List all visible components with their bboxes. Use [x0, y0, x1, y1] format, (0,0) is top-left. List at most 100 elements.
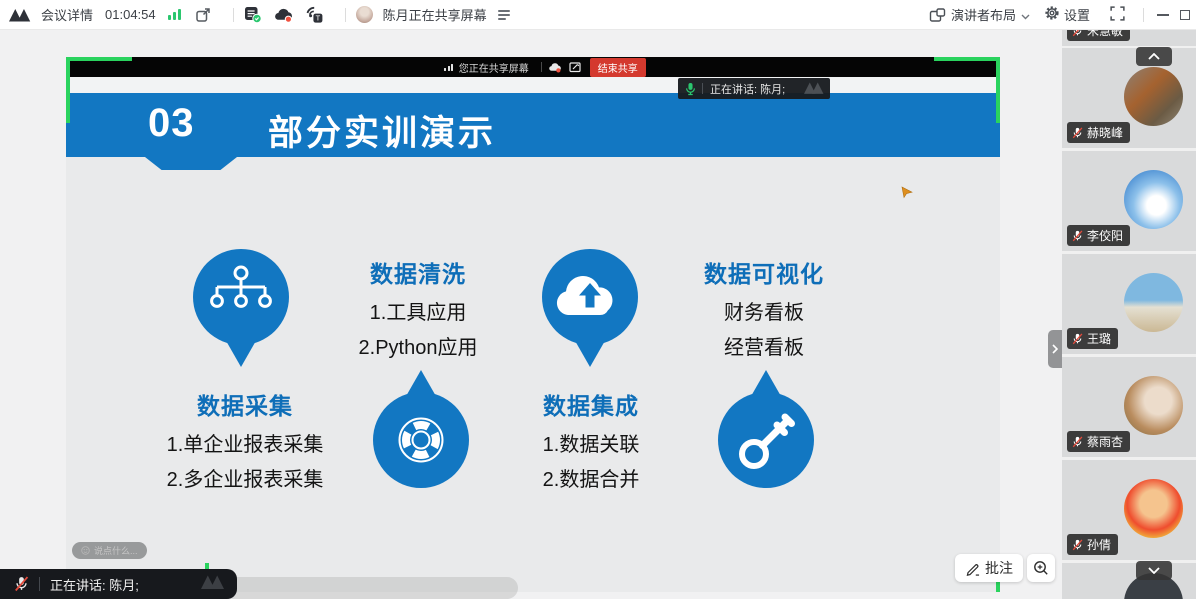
diagram-group-integration: 数据集成 1.数据关联 2.数据合并 — [476, 387, 706, 498]
scroll-up-button[interactable] — [1136, 47, 1172, 66]
end-share-button[interactable]: 结束共享 — [590, 58, 646, 77]
share-border-marker — [996, 57, 1000, 123]
cloud-record-icon[interactable] — [548, 62, 562, 73]
smiley-icon — [81, 546, 90, 555]
pen-icon — [965, 561, 980, 576]
layout-dropdown[interactable]: 演讲者布局 — [951, 5, 1016, 24]
participant-nametag: 宋慧敏 — [1067, 30, 1130, 41]
cloud-upload-icon — [535, 247, 645, 377]
divider — [233, 8, 234, 22]
meeting-details-button[interactable]: 会议详情 — [41, 5, 93, 24]
network-signal-icon[interactable] — [168, 9, 183, 20]
participant-nametag: 李佼阳 — [1067, 225, 1130, 246]
muted-mic-icon — [1072, 230, 1083, 242]
group-title: 数据可视化 — [659, 255, 869, 289]
group-item: 1.单企业报表采集 — [130, 428, 360, 463]
divider — [1143, 8, 1144, 22]
chevron-down-icon — [1148, 567, 1160, 574]
meeting-timer: 01:04:54 — [105, 7, 156, 22]
mic-on-icon — [684, 82, 697, 96]
app-logo-icon — [9, 7, 33, 23]
participant-avatar — [1124, 273, 1183, 332]
participant-tile[interactable]: 宋慧敏 — [1062, 30, 1196, 46]
group-item: 经营看板 — [659, 331, 869, 366]
sharing-options-icon[interactable] — [498, 8, 510, 22]
share-border-marker — [66, 57, 132, 61]
slide-section-number: 03 — [148, 101, 208, 146]
lifebuoy-icon — [366, 360, 476, 490]
diagram-group-cleaning: 数据清洗 1.工具应用 2.Python应用 — [318, 255, 518, 366]
group-item: 1.数据关联 — [476, 428, 706, 463]
slide-title: 部分实训演示 — [268, 105, 496, 156]
participant-name: 宋慧敏 — [1087, 30, 1123, 39]
top-toolbar: 会议详情 01:04:54 T 陈月正在共享屏幕 — [0, 0, 1196, 30]
group-item: 2.多企业报表采集 — [130, 463, 360, 498]
annotate-button[interactable]: 批注 — [955, 554, 1023, 582]
participant-tile[interactable]: 王璐 — [1062, 254, 1196, 354]
chat-input[interactable]: 说点什么... — [72, 542, 147, 559]
diagram-group-visualization: 数据可视化 财务看板 经营看板 — [659, 255, 869, 366]
speaking-banner: 正在讲话: 陈月; — [0, 569, 237, 599]
divider — [345, 8, 346, 22]
participant-avatar — [1124, 67, 1183, 126]
layout-icon — [929, 7, 946, 23]
minimize-button[interactable] — [1150, 1, 1176, 29]
zoom-in-button[interactable] — [1027, 554, 1055, 582]
open-external-icon[interactable] — [195, 7, 211, 23]
participant-avatar — [1124, 170, 1183, 229]
gear-icon — [1044, 5, 1060, 24]
participant-nametag: 蔡雨杏 — [1067, 431, 1130, 452]
sidebar-collapse-button[interactable] — [1048, 330, 1062, 368]
participant-tile[interactable]: 赫晓峰 — [1062, 48, 1196, 148]
presenter-cursor-icon — [900, 185, 914, 204]
participant-tile[interactable]: 蔡雨杏 — [1062, 357, 1196, 457]
muted-mic-icon — [1072, 539, 1083, 551]
chat-placeholder: 说点什么... — [94, 544, 138, 557]
participant-tile[interactable]: 李佼阳 — [1062, 151, 1196, 251]
group-title: 数据清洗 — [318, 255, 518, 289]
divider — [541, 62, 542, 72]
participants-sidebar: 宋慧敏 赫晓峰 李佼阳 王璐 — [1062, 30, 1196, 599]
watermark-logo-icon — [804, 81, 826, 99]
cloud-status-icon[interactable] — [274, 7, 293, 23]
shared-screen: 您正在共享屏幕 结束共享 03 部分实训演示 — [66, 57, 1000, 592]
speaker-indicator: 正在讲话: 陈月; — [678, 78, 830, 99]
participant-name: 蔡雨杏 — [1087, 433, 1123, 450]
sharing-status-text: 您正在共享屏幕 — [459, 60, 529, 75]
maximize-button[interactable] — [1176, 1, 1196, 29]
banner-notch — [145, 157, 237, 170]
participant-nametag: 孙倩 — [1067, 534, 1118, 555]
slide-title-banner: 03 部分实训演示 — [66, 93, 1000, 157]
watermark-logo-icon — [201, 574, 227, 595]
participant-avatar — [1124, 479, 1183, 538]
participant-name: 赫晓峰 — [1087, 124, 1123, 141]
annotate-label: 批注 — [985, 558, 1013, 578]
screen-share-tools-icon[interactable]: T — [305, 6, 323, 23]
meeting-window: 会议详情 01:04:54 T 陈月正在共享屏幕 — [0, 0, 1196, 599]
participant-nametag: 赫晓峰 — [1067, 122, 1130, 143]
chevron-right-icon — [1052, 344, 1058, 354]
participant-tile[interactable] — [1062, 563, 1196, 599]
signal-bars-icon — [444, 64, 455, 71]
participant-nametag: 王璐 — [1067, 328, 1118, 349]
settings-button[interactable]: 设置 — [1064, 5, 1090, 24]
fullscreen-button[interactable] — [1110, 6, 1125, 24]
participant-avatar — [1124, 376, 1183, 435]
group-item: 财务看板 — [659, 296, 869, 331]
muted-mic-icon — [1072, 127, 1083, 139]
annotation-board-icon[interactable] — [569, 61, 582, 73]
muted-mic-icon — [1072, 333, 1083, 345]
scroll-down-button[interactable] — [1136, 561, 1172, 580]
share-border-marker — [66, 57, 70, 123]
muted-mic-icon — [1072, 436, 1083, 448]
muted-mic-icon — [1072, 30, 1083, 37]
slide-margin — [66, 77, 1000, 93]
key-icon — [711, 360, 821, 490]
speaker-indicator-text: 正在讲话: 陈月; — [710, 81, 785, 97]
presenter-avatar — [356, 6, 373, 23]
docs-status-icon[interactable] — [244, 6, 262, 23]
participant-name: 王璐 — [1087, 330, 1111, 347]
group-title: 数据集成 — [476, 387, 706, 421]
presenter-sharing-status[interactable]: 陈月正在共享屏幕 — [383, 5, 487, 24]
participant-tile[interactable]: 孙倩 — [1062, 460, 1196, 560]
